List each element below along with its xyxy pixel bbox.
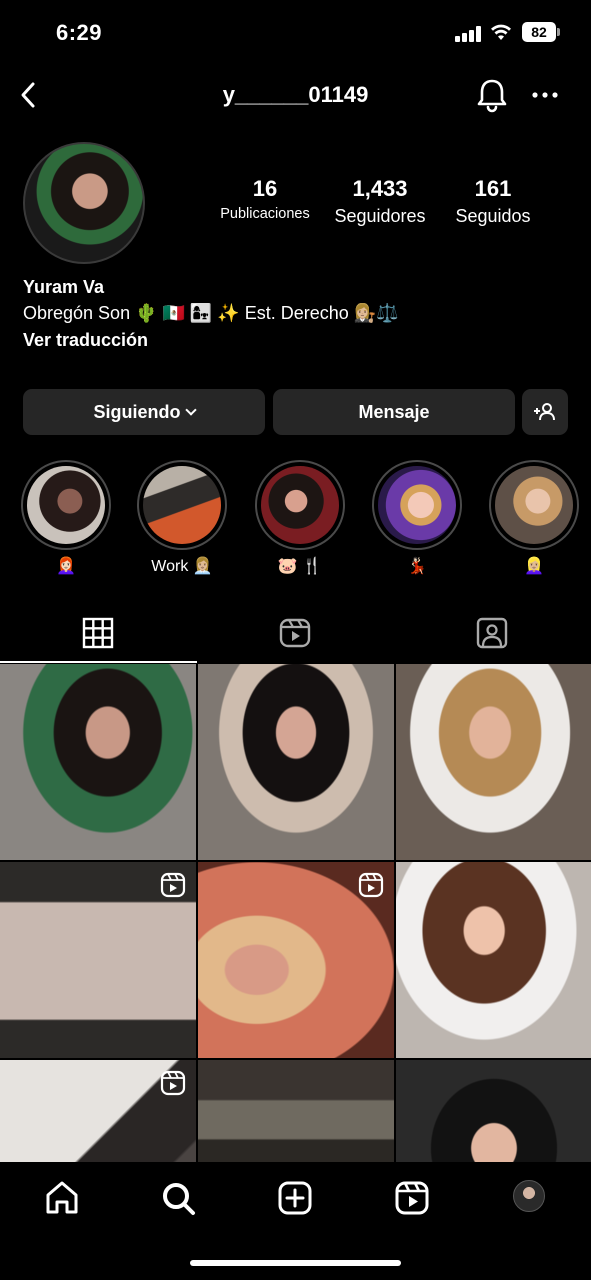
status-time: 6:29	[56, 20, 103, 45]
stat-followers[interactable]: 1,433 Seguidores	[325, 176, 435, 227]
profile-tabs	[0, 605, 591, 663]
reel-badge-icon	[160, 1070, 186, 1096]
message-button[interactable]: Mensaje	[273, 389, 515, 435]
add-person-icon	[534, 403, 555, 421]
reel-badge-icon	[160, 872, 186, 898]
highlight-cover	[378, 466, 456, 544]
wifi-icon	[491, 24, 511, 40]
highlight-cover	[495, 466, 573, 544]
stat-following-label: Seguidos	[455, 206, 531, 226]
grid-icon	[82, 617, 114, 649]
highlight-cover	[261, 466, 339, 544]
story-highlight[interactable]: 👩🏻‍🦰	[20, 460, 112, 576]
highlight-cover	[143, 466, 221, 544]
reels-nav-icon[interactable]	[392, 1178, 432, 1218]
active-tab-indicator	[0, 661, 197, 663]
following-button[interactable]: Siguiendo	[23, 389, 265, 435]
highlight-label: 👩🏻‍🦰	[56, 558, 76, 575]
profile-stats: 16 Publicaciones 1,433 Seguidores 161 Se…	[205, 176, 565, 236]
story-highlight[interactable]: 💃🏻	[371, 460, 463, 576]
tagged-tab[interactable]	[394, 605, 591, 663]
stat-followers-label: Seguidores	[334, 206, 426, 226]
reel-thumbnail[interactable]	[0, 1060, 196, 1162]
profile-bio: Obregón Son 🌵 🇲🇽 👩‍👧 ✨ Est. Derecho 👩🏼‍⚖…	[23, 303, 399, 323]
notification-bell-icon[interactable]	[474, 76, 510, 114]
post-thumbnail[interactable]	[396, 862, 591, 1058]
post-thumbnail[interactable]	[0, 664, 196, 860]
story-highlight[interactable]: Work 👩🏼‍💼	[136, 460, 228, 576]
reel-thumbnail[interactable]	[0, 862, 196, 1058]
highlight-label: Work 👩🏼‍💼	[151, 558, 213, 575]
reels-tab[interactable]	[197, 605, 394, 663]
profile-avatar-nav[interactable]	[513, 1180, 545, 1212]
stat-following-value: 161	[474, 176, 512, 201]
following-button-label: Siguiendo	[93, 402, 181, 422]
see-translation-link[interactable]: Ver traducción	[23, 330, 148, 351]
reel-thumbnail[interactable]	[198, 862, 394, 1058]
post-thumbnail[interactable]	[198, 664, 394, 860]
tagged-person-icon	[476, 617, 508, 649]
profile-name: Yuram Va	[23, 277, 105, 297]
profile-avatar[interactable]	[23, 142, 145, 264]
battery-level: 82	[522, 22, 556, 42]
stat-following[interactable]: 161 Seguidos	[441, 176, 545, 227]
stat-posts-label: Publicaciones	[220, 206, 310, 222]
story-highlight[interactable]: 👱🏼‍♀️	[488, 460, 580, 576]
message-button-label: Mensaje	[358, 402, 430, 422]
reel-badge-icon	[358, 872, 384, 898]
post-thumbnail[interactable]	[396, 1060, 591, 1162]
highlight-cover	[27, 466, 105, 544]
highlight-label: 🐷 🍴	[277, 558, 323, 575]
highlight-label: 👱🏼‍♀️	[524, 558, 544, 575]
battery-icon: 82	[522, 22, 560, 42]
home-indicator	[190, 1260, 401, 1266]
stat-posts-value: 16	[252, 176, 278, 201]
stat-followers-value: 1,433	[352, 176, 408, 201]
story-highlight[interactable]: 🐷 🍴	[254, 460, 346, 576]
suggested-users-button[interactable]	[522, 389, 568, 435]
create-post-icon[interactable]	[275, 1178, 315, 1218]
status-bar: 6:29 82	[0, 0, 591, 62]
home-icon[interactable]	[42, 1178, 82, 1218]
highlight-label: 💃🏻	[407, 558, 427, 575]
chevron-down-icon	[184, 404, 197, 416]
grid-tab[interactable]	[0, 605, 197, 663]
stat-posts[interactable]: 16 Publicaciones	[205, 176, 325, 222]
profile-header: y______01149	[0, 70, 591, 120]
cellular-signal-icon	[455, 26, 483, 42]
posts-grid	[0, 664, 591, 1162]
post-thumbnail[interactable]	[198, 1060, 394, 1162]
reels-icon	[279, 618, 311, 648]
search-icon[interactable]	[158, 1178, 198, 1218]
post-thumbnail[interactable]	[396, 664, 591, 860]
more-options-icon[interactable]	[530, 84, 560, 106]
